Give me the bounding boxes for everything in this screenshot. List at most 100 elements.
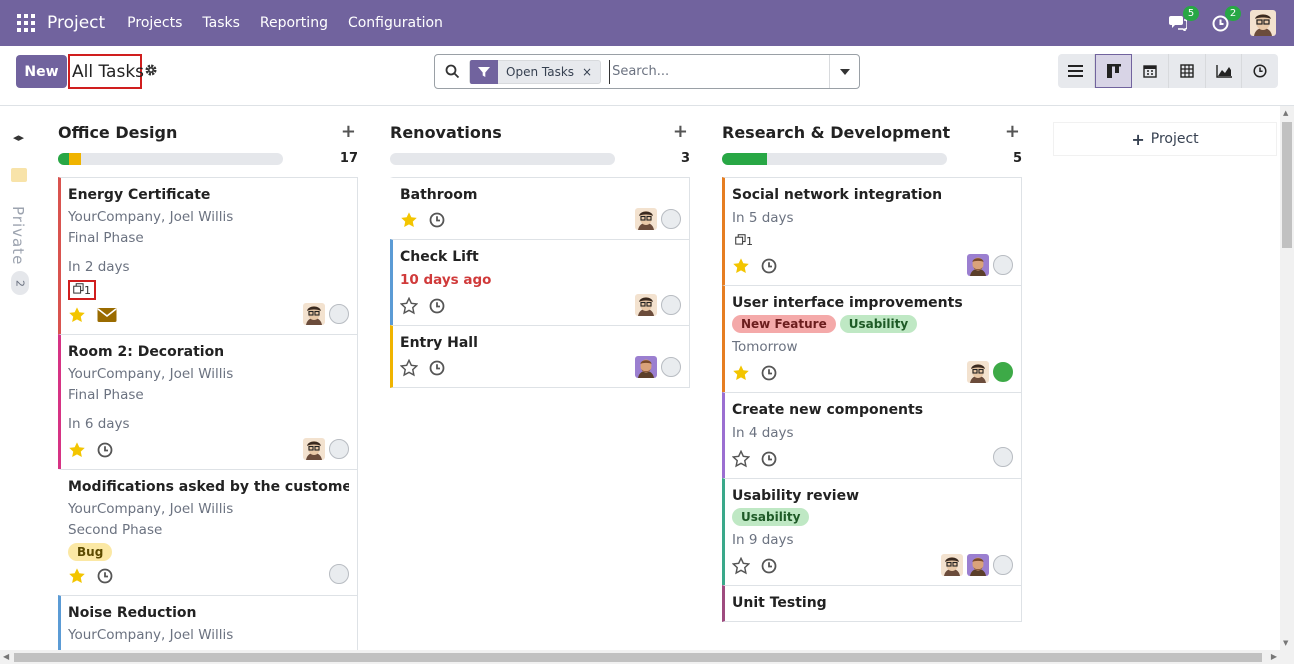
task-tags: Bug	[68, 543, 349, 561]
task-card[interactable]: Energy Certificate YourCompany, Joel Will…	[58, 177, 358, 335]
kanban-state-indicator[interactable]	[661, 295, 681, 315]
assignee-avatar[interactable]	[635, 356, 657, 378]
task-footer	[399, 355, 681, 381]
task-card[interactable]: Usability review Usability In 9 days	[722, 478, 1022, 586]
kanban-state-indicator[interactable]	[329, 564, 349, 584]
assignee-avatar[interactable]	[303, 438, 325, 460]
apps-menu-icon[interactable]	[17, 14, 35, 32]
pivot-view-button[interactable]	[1169, 54, 1206, 88]
activity-clock-icon[interactable]	[429, 212, 445, 228]
activity-clock-icon[interactable]	[429, 360, 445, 376]
unfold-arrows-icon[interactable]: ◂▸	[13, 131, 24, 144]
kanban-state-indicator[interactable]	[993, 555, 1013, 575]
assignee-avatar[interactable]	[635, 294, 657, 316]
quick-create-plus-icon[interactable]: +	[1005, 121, 1020, 142]
task-card[interactable]: Create new components In 4 days	[722, 392, 1022, 479]
column-title[interactable]: Research & Development	[722, 123, 950, 142]
folded-column-private[interactable]: ◂▸ Private 2	[8, 126, 34, 295]
email-icon[interactable]	[97, 307, 117, 323]
progress-segment[interactable]	[722, 153, 767, 165]
search-input[interactable]	[609, 59, 834, 84]
subtask-counter[interactable]: 1	[732, 231, 756, 251]
task-card[interactable]: Social network integration In 5 days 1	[722, 177, 1022, 286]
kanban-state-indicator[interactable]	[993, 362, 1013, 382]
quick-create-plus-icon[interactable]: +	[673, 121, 688, 142]
assignee-avatar[interactable]	[967, 554, 989, 576]
menu-reporting[interactable]: Reporting	[260, 15, 328, 31]
task-card[interactable]: Noise ReductionYourCompany, Joel WillisS…	[58, 595, 358, 650]
menu-configuration[interactable]: Configuration	[348, 15, 443, 31]
priority-star-icon[interactable]	[400, 211, 418, 229]
kanban-view-button[interactable]	[1094, 54, 1133, 88]
assignee-avatar[interactable]	[635, 208, 657, 230]
priority-star-icon[interactable]	[68, 306, 86, 324]
scroll-up-arrow[interactable]: ▲	[1283, 109, 1288, 117]
menu-projects[interactable]: Projects	[127, 15, 182, 31]
horizontal-scroll-thumb[interactable]	[14, 653, 1262, 662]
column-progress-bar[interactable]	[58, 153, 283, 165]
new-button[interactable]: New	[16, 55, 67, 88]
activity-view-button[interactable]	[1242, 54, 1278, 88]
kanban-state-indicator[interactable]	[661, 209, 681, 229]
scroll-down-arrow[interactable]: ▼	[1283, 639, 1288, 647]
column-progress-bar[interactable]	[390, 153, 615, 165]
list-view-button[interactable]	[1058, 54, 1095, 88]
activity-clock-icon[interactable]	[761, 365, 777, 381]
priority-star-icon[interactable]	[732, 364, 750, 382]
calendar-view-button[interactable]	[1132, 54, 1170, 88]
quick-create-plus-icon[interactable]: +	[341, 121, 356, 142]
priority-star-icon[interactable]	[732, 257, 750, 275]
gear-icon[interactable]	[144, 63, 158, 81]
menu-tasks[interactable]: Tasks	[202, 15, 240, 31]
task-card[interactable]: Room 2: Decoration YourCompany, Joel Will…	[58, 334, 358, 470]
priority-star-icon[interactable]	[68, 441, 86, 459]
kanban-state-indicator[interactable]	[329, 439, 349, 459]
activity-clock-icon[interactable]	[429, 298, 445, 314]
user-avatar[interactable]	[1250, 10, 1276, 36]
activity-clock-icon[interactable]	[761, 258, 777, 274]
task-card[interactable]: Check Lift 10 days ago	[390, 239, 690, 326]
search-options-toggle[interactable]	[829, 55, 859, 88]
vertical-scroll-thumb[interactable]	[1282, 122, 1292, 248]
search-icon[interactable]	[435, 64, 469, 79]
assignee-avatar[interactable]	[303, 303, 325, 325]
task-card[interactable]: Entry Hall	[390, 325, 690, 388]
column-progress-bar[interactable]	[722, 153, 947, 165]
assignee-avatar[interactable]	[941, 554, 963, 576]
scroll-right-arrow[interactable]: ▶	[1271, 652, 1277, 661]
assignee-avatar[interactable]	[967, 254, 989, 276]
kanban-state-indicator[interactable]	[329, 304, 349, 324]
activity-clock-icon[interactable]	[97, 442, 113, 458]
task-card[interactable]: Bathroom	[390, 177, 690, 240]
subtask-counter[interactable]: 1	[68, 280, 96, 300]
priority-star-icon[interactable]	[399, 358, 419, 377]
activity-clock-icon[interactable]: 2	[1208, 6, 1241, 35]
vertical-scrollbar[interactable]: ▲ ▼	[1280, 106, 1294, 650]
facet-remove-icon[interactable]: ×	[582, 65, 600, 79]
kanban-state-indicator[interactable]	[661, 357, 681, 377]
task-card[interactable]: Unit Testing	[722, 585, 1022, 622]
kanban-state-indicator[interactable]	[993, 255, 1013, 275]
priority-star-icon[interactable]	[731, 449, 751, 468]
activity-clock-icon[interactable]	[97, 568, 113, 584]
priority-star-icon[interactable]	[399, 296, 419, 315]
graph-view-button[interactable]	[1205, 54, 1243, 88]
column-title[interactable]: Renovations	[390, 123, 502, 142]
activity-clock-icon[interactable]	[761, 451, 777, 467]
activity-clock-icon[interactable]	[761, 558, 777, 574]
messages-icon[interactable]: 5	[1166, 6, 1199, 35]
priority-star-icon[interactable]	[68, 567, 86, 585]
column-title[interactable]: Office Design	[58, 123, 177, 142]
kanban-state-indicator[interactable]	[993, 447, 1013, 467]
scroll-left-arrow[interactable]: ◀	[3, 652, 9, 661]
column-cards: Social network integration In 5 days 1 User…	[722, 177, 1022, 622]
app-brand[interactable]: Project	[47, 13, 105, 33]
task-card[interactable]: Modifications asked by the customer YourC…	[58, 469, 358, 596]
horizontal-scrollbar[interactable]: ◀ ▶	[0, 650, 1294, 664]
add-project-column-button[interactable]: + Project	[1054, 123, 1276, 155]
assignee-avatar[interactable]	[967, 361, 989, 383]
progress-segment[interactable]	[58, 153, 70, 165]
task-card[interactable]: User interface improvements New Feature Us…	[722, 285, 1022, 393]
progress-segment[interactable]	[69, 153, 81, 165]
priority-star-icon[interactable]	[731, 556, 751, 575]
